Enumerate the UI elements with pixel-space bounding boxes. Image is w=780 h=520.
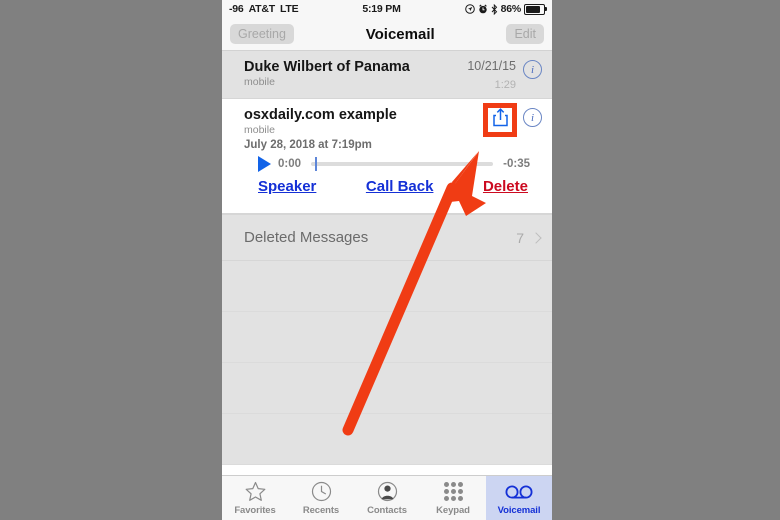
voicemail-caller-block: Duke Wilbert of Panama mobile <box>244 59 467 89</box>
voicemail-row-collapsed[interactable]: Duke Wilbert of Panama mobile 10/21/15 1… <box>222 51 552 99</box>
scrubber-handle[interactable] <box>314 157 317 171</box>
battery-icon <box>524 3 547 15</box>
battery-cap <box>545 7 547 11</box>
tab-favorites[interactable]: Favorites <box>222 476 288 520</box>
phone-screen: -96 AT&T LTE 5:19 PM 86% Greeting Voicem… <box>222 0 552 520</box>
share-icon <box>492 108 509 132</box>
share-button[interactable] <box>483 103 517 137</box>
elapsed-time: 0:00 <box>278 158 302 170</box>
tab-recents[interactable]: Recents <box>288 476 354 520</box>
status-bar-clock: 5:19 PM <box>362 3 401 15</box>
signal-strength-label: -96 <box>229 3 244 15</box>
tab-bar: Favorites Recents Contacts Keypad Voicem… <box>222 475 552 520</box>
playback-scrubber[interactable] <box>311 157 494 171</box>
greeting-button[interactable]: Greeting <box>230 24 294 44</box>
edit-button[interactable]: Edit <box>506 24 544 44</box>
voicemail-date: 10/21/15 <box>467 59 516 73</box>
remaining-time: -0:35 <box>503 158 530 170</box>
empty-list-row <box>222 312 552 363</box>
voicemail-caller-label: mobile <box>244 76 275 88</box>
carrier-label: AT&T <box>248 3 276 15</box>
play-button-icon[interactable] <box>258 156 271 172</box>
deleted-messages-row[interactable]: Deleted Messages 7 <box>222 214 552 261</box>
battery-fill <box>526 5 540 13</box>
location-arrow-icon <box>464 4 475 14</box>
voicemail-actions: Speaker Call Back Delete <box>244 174 542 205</box>
voicemail-expanded-datetime: July 28, 2018 at 7:19pm <box>244 139 372 151</box>
empty-list-row <box>222 363 552 414</box>
tab-keypad-label: Keypad <box>436 504 470 516</box>
voicemail-expanded-caller-block: osxdaily.com example mobile July 28, 201… <box>244 107 483 152</box>
voicemail-tape-icon <box>504 481 534 503</box>
deleted-messages-section: Deleted Messages 7 <box>222 214 552 465</box>
speaker-button[interactable]: Speaker <box>258 178 316 195</box>
info-icon-expanded[interactable]: i <box>523 108 542 127</box>
network-type-label: LTE <box>280 3 299 15</box>
deleted-messages-count: 7 <box>516 229 524 246</box>
status-bar-left: -96 AT&T LTE <box>229 3 299 15</box>
page-title: Voicemail <box>365 25 435 43</box>
voicemail-expanded-caller-name: osxdaily.com example <box>244 107 397 123</box>
tab-voicemail-label: Voicemail <box>497 504 541 516</box>
deleted-messages-label: Deleted Messages <box>244 229 369 246</box>
status-bar-right: 86% <box>464 3 547 15</box>
status-bar: -96 AT&T LTE 5:19 PM 86% <box>222 0 552 18</box>
info-icon[interactable]: i <box>523 60 542 79</box>
empty-list-row <box>222 261 552 312</box>
tab-contacts[interactable]: Contacts <box>354 476 420 520</box>
voicemail-expanded-caller-label: mobile <box>244 124 275 136</box>
tab-recents-label: Recents <box>302 504 340 516</box>
battery-percent-label: 86% <box>500 3 522 15</box>
person-icon <box>377 481 398 503</box>
tab-keypad[interactable]: Keypad <box>420 476 486 520</box>
bluetooth-icon <box>491 3 498 15</box>
voicemail-expanded-header: osxdaily.com example mobile July 28, 201… <box>244 103 542 152</box>
empty-list-row <box>222 414 552 465</box>
star-icon <box>245 481 266 503</box>
delete-button[interactable]: Delete <box>483 178 528 195</box>
clock-icon <box>311 481 332 503</box>
voicemail-caller-name: Duke Wilbert of Panama <box>244 59 410 75</box>
voicemail-row-expanded[interactable]: osxdaily.com example mobile July 28, 201… <box>222 99 552 214</box>
voicemail-player: 0:00 -0:35 <box>244 152 542 174</box>
voicemail-row-content: Duke Wilbert of Panama mobile 10/21/15 1… <box>244 59 542 92</box>
tab-voicemail[interactable]: Voicemail <box>486 476 552 520</box>
tab-favorites-label: Favorites <box>234 504 276 516</box>
chevron-right-icon <box>530 231 542 244</box>
voicemail-duration: 1:29 <box>494 79 516 91</box>
keypad-grid-icon <box>443 481 463 503</box>
nav-bar: Greeting Voicemail Edit <box>222 18 552 51</box>
alarm-clock-icon <box>478 4 488 14</box>
voicemail-meta-block: 10/21/15 1:29 <box>467 59 523 92</box>
tab-contacts-label: Contacts <box>367 504 407 516</box>
call-back-button[interactable]: Call Back <box>316 178 483 195</box>
